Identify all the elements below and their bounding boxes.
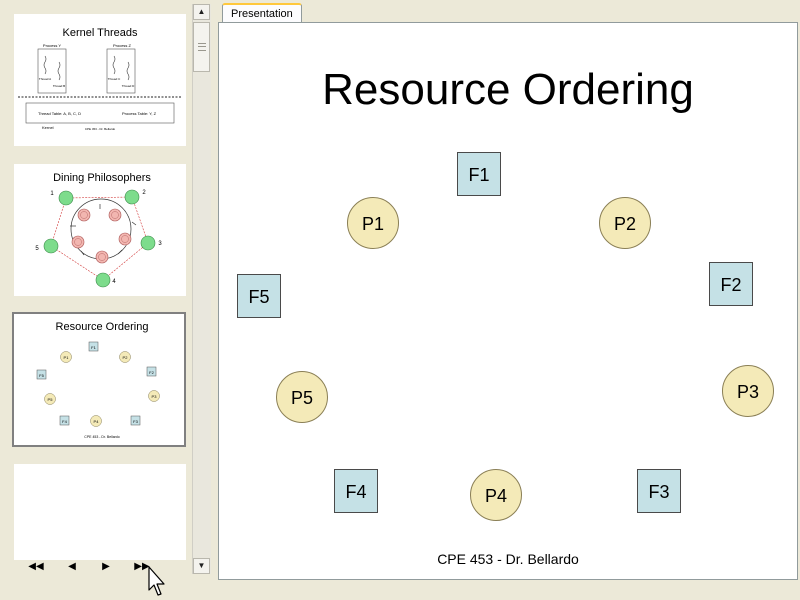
slide-footer: CPE 453 - Dr. Bellardo [437, 551, 579, 567]
philosopher-p3: P3 [722, 365, 774, 417]
scroll-up-button[interactable]: ▲ [193, 4, 210, 20]
thumb-philosopher-4-face [95, 272, 111, 288]
thumb-thread-c-label: Thread C [108, 77, 121, 81]
left-arrow-icon: ◀ [68, 561, 76, 572]
double-left-arrow-icon: ◀◀ [28, 561, 44, 572]
thumb-resource-footer: CPE 453 - Dr. Bellardo [84, 435, 119, 439]
slide-title: Resource Ordering [322, 65, 694, 114]
thumb-philosopher-p1-label: P1 [64, 355, 70, 360]
scroll-down-button[interactable]: ▼ [193, 558, 210, 574]
next-slide-button[interactable]: ▶ [96, 560, 116, 574]
first-slide-button[interactable]: ◀◀ [26, 560, 46, 574]
slide-view: Resource Ordering F1 F2 F3 F4 F5 P1 P2 P… [218, 22, 798, 580]
thumb-dining-title: Dining Philosophers [53, 172, 151, 184]
mouse-pointer-icon [148, 566, 165, 596]
thumb-thread-b-label: Thread B [53, 84, 65, 88]
thumb-philosopher-5-number: 5 [35, 246, 39, 252]
thumb-fork-f3-label: F3 [133, 419, 138, 424]
thumb-philosopher-p4-label: P4 [94, 419, 100, 424]
thumb-kernel-title: Kernel Threads [62, 27, 138, 39]
kernel-threads-preview: Kernel Threads Process Y Process Z Threa… [18, 27, 182, 131]
thumb-philosopher-1-face [58, 190, 74, 206]
thumb-fork-f1-label: F1 [91, 345, 96, 350]
fork-f1: F1 [457, 152, 501, 196]
thumb-fork-f2-label: F2 [149, 370, 154, 375]
thumb-plate-2 [108, 208, 122, 222]
thumbnail-scrollbar[interactable]: ▲ ▼ [192, 4, 211, 574]
thumb-thread-table-label: Thread Table: A, B, C, D [38, 111, 81, 116]
thumb-thread-a-label: Thread A [39, 77, 51, 81]
thumb-plate-4 [95, 250, 109, 264]
thumb-process-y-label: Process Y [43, 43, 61, 48]
thumb-philosopher-1-number: 1 [50, 191, 54, 197]
thumb-resource-title: Resource Ordering [56, 321, 149, 333]
thumb-kernel-footer: CPE 453 - Dr. Bellardo [85, 127, 116, 131]
up-arrow-icon: ▲ [197, 7, 206, 16]
dining-philosophers-preview: Dining Philosophers 1 2 3 4 5 [35, 172, 162, 288]
previous-slide-button[interactable]: ◀ [62, 560, 82, 574]
resource-ordering-preview: Resource Ordering F1 F2 F3 F4 F5 P1 P2 P… [36, 321, 160, 439]
fork-f2: F2 [709, 262, 753, 306]
fork-f3: F3 [637, 469, 681, 513]
thumb-kernel-label: Kernel [42, 125, 54, 130]
tab-presentation[interactable]: Presentation [222, 3, 302, 24]
thumb-philosopher-5-face [43, 238, 59, 254]
thumb-fork-2 [131, 221, 137, 226]
fork-f4: F4 [334, 469, 378, 513]
thumb-philosopher-p3-label: P3 [152, 394, 158, 399]
thumb-plate-1 [77, 208, 91, 222]
thumb-philosopher-p2-label: P2 [123, 355, 129, 360]
slide-thumbnail-blank[interactable] [14, 464, 186, 560]
philosopher-p4: P4 [470, 469, 522, 521]
thumb-philosopher-4-number: 4 [112, 279, 116, 285]
slide-thumbnail-pane: Kernel Threads Process Y Process Z Threa… [0, 0, 212, 600]
scrollbar-thumb[interactable] [193, 22, 210, 72]
philosopher-p1: P1 [347, 197, 399, 249]
right-arrow-icon: ▶ [102, 561, 110, 572]
thumb-process-z-label: Process Z [113, 43, 132, 48]
thumb-philosopher-3-number: 3 [158, 241, 162, 247]
thumb-dining-pentagon [50, 196, 149, 281]
slide-thumbnail-resource-ordering[interactable]: Resource Ordering F1 F2 F3 F4 F5 P1 P2 P… [12, 312, 186, 447]
thumb-fork-f5-label: F5 [39, 373, 44, 378]
thumb-process-table-label: Process Table: Y, Z [122, 111, 157, 116]
thumb-philosopher-p5-label: P5 [48, 397, 54, 402]
thumb-thread-d-label: Thread D [122, 84, 135, 88]
thumb-fork-f4-label: F4 [62, 419, 67, 424]
slide-thumbnail-kernel-threads[interactable]: Kernel Threads Process Y Process Z Threa… [14, 14, 186, 146]
fork-f5: F5 [237, 274, 281, 318]
down-arrow-icon: ▼ [197, 561, 206, 570]
thumb-philosopher-2-number: 2 [142, 190, 146, 196]
thumb-fork-3 [117, 249, 123, 255]
thumb-plate-5 [71, 235, 85, 249]
philosopher-p2: P2 [599, 197, 651, 249]
tab-strip: Presentation [218, 0, 800, 24]
thumb-philosopher-2-face [124, 189, 140, 205]
philosopher-p5: P5 [276, 371, 328, 423]
scrollbar-grip [198, 43, 206, 51]
thumb-plate-3 [118, 232, 132, 246]
slide-thumbnail-dining-philosophers[interactable]: Dining Philosophers 1 2 3 4 5 [14, 164, 186, 296]
thumb-philosopher-3-face [140, 235, 156, 251]
